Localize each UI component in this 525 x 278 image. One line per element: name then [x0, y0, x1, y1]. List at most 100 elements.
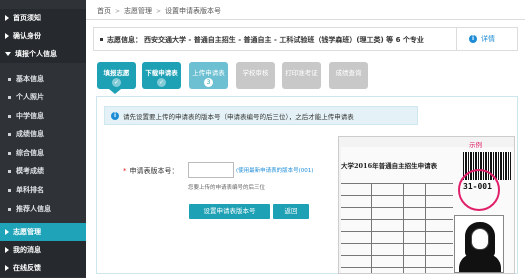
example-rule — [341, 219, 453, 220]
version-helper-text: 您要上传的申请表编号的后三位 — [188, 185, 266, 191]
bullet-icon — [8, 132, 11, 136]
sidebar-item[interactable]: 我的消息 — [0, 241, 86, 259]
current-step-pointer-icon — [109, 89, 121, 94]
breadcrumb-current: 设置申请表版本号 — [165, 7, 222, 15]
step-2[interactable]: 下载申请表 ✓ — [142, 62, 181, 89]
sidebar-item[interactable]: 模考成绩 — [0, 162, 86, 180]
sidebar-item-label: 在线反馈 — [13, 264, 41, 272]
volunteer-info-bar: 志愿信息： 西安交通大学 - 普通自主招生 - 普通自主 - 工科试验班（钱学森… — [93, 27, 518, 51]
sidebar-item[interactable]: 基本信息 — [0, 70, 86, 88]
sidebar-item-label: 志愿管理 — [13, 228, 41, 236]
example-rule — [341, 207, 453, 208]
sidebar-item[interactable]: 中学信息 — [0, 107, 86, 125]
bullet-icon — [8, 77, 11, 81]
sidebar-item-label: 我的消息 — [13, 246, 41, 254]
sidebar-item[interactable]: 个人照片 — [0, 88, 86, 106]
example-title: 大学2016年普通自主招生申请表 — [341, 162, 438, 170]
sidebar-item-label: 推荐人信息 — [16, 205, 51, 213]
breadcrumb-home[interactable]: 首页 — [97, 6, 111, 16]
sidebar-item[interactable]: 推荐人信息 — [0, 200, 86, 218]
step-3[interactable]: 上传申请表 3 — [189, 62, 228, 89]
sidebar-item[interactable]: 综合信息 — [0, 144, 86, 162]
caret-icon — [5, 15, 9, 21]
sidebar-item[interactable]: 成绩信息 — [0, 125, 86, 143]
sidebar: 首页须知确认身份填报个人信息 基本信息个人照片中学信息成绩信息综合信息模考成绩单科… — [0, 0, 86, 278]
example-rule — [341, 231, 453, 232]
example-rule — [341, 255, 453, 256]
breadcrumb-divider — [86, 19, 525, 20]
check-icon: ✓ — [112, 78, 121, 87]
step-1[interactable]: 填报志愿 ✓ — [97, 62, 136, 89]
step-label: 成绩查询 — [335, 69, 362, 77]
sidebar-item-label: 个人照片 — [16, 93, 44, 101]
sidebar-item-label: 单科排名 — [16, 186, 44, 194]
photo-body — [459, 254, 501, 272]
bullet-icon — [100, 38, 103, 41]
example-document: 大学2016年普通自主招生申请表 31-001 — [341, 147, 514, 273]
step-4[interactable]: 学校审核 — [236, 62, 275, 89]
example-rule — [425, 183, 426, 273]
back-button[interactable]: 返回 — [273, 204, 309, 219]
caret-icon — [5, 247, 9, 253]
sidebar-item-label: 成绩信息 — [16, 130, 44, 138]
sidebar-item[interactable]: 在线反馈 — [0, 259, 86, 277]
sidebar-item[interactable]: 志愿管理 — [0, 223, 86, 241]
version-hint-link[interactable]: (使用最新申请表的版本号(001) — [236, 166, 313, 174]
info-icon: i — [111, 111, 119, 120]
example-rule — [341, 267, 453, 268]
step-label: 下载申请表 — [145, 69, 178, 77]
version-input[interactable] — [188, 162, 234, 178]
sidebar-item-label: 基本信息 — [16, 75, 44, 83]
caret-icon — [5, 229, 9, 235]
details-link[interactable]: i 详情 — [469, 34, 495, 44]
example-rule — [371, 183, 372, 273]
sidebar-item-label: 确认身份 — [13, 32, 41, 40]
notice-banner: i 请先设置要上传的申请表的版本号（申请表编号的后三位），之后才能上传申请表 — [104, 106, 418, 125]
example-rule — [341, 243, 453, 244]
required-mark: * — [123, 167, 127, 175]
photo-face — [471, 228, 489, 250]
sidebar-item-label: 模考成绩 — [16, 167, 44, 175]
step-number: 3 — [204, 78, 213, 87]
breadcrumb-separator-icon: > — [156, 7, 162, 15]
caret-icon — [5, 265, 9, 271]
bullet-icon — [8, 95, 11, 99]
example-rule — [341, 195, 453, 196]
example-application-image: 大学2016年普通自主招生申请表 31-001 示例 — [338, 136, 515, 274]
info-divider — [456, 28, 457, 50]
version-field-label: * 申请表版本号： — [123, 166, 179, 176]
step-6[interactable]: 成绩查询 — [329, 62, 368, 89]
version-field-label-text: 申请表版本号： — [129, 167, 179, 175]
volunteer-info-value: 西安交通大学 - 普通自主招生 - 普通自主 - 工科试验班（钱学森班）(理工类… — [144, 36, 424, 44]
step-label: 打印准考证 — [285, 69, 318, 77]
info-icon: i — [469, 35, 477, 43]
sidebar-item[interactable]: 首页须知 — [0, 9, 86, 27]
bullet-icon — [8, 114, 11, 118]
example-tag: 示例 — [469, 141, 482, 149]
caret-icon — [5, 52, 11, 56]
example-number: 31-001 — [462, 182, 493, 191]
sidebar-item[interactable]: 确认身份 — [0, 27, 86, 45]
sidebar-item-label: 中学信息 — [16, 112, 44, 120]
notice-text: 请先设置要上传的申请表的版本号（申请表编号的后三位），之后才能上传申请表 — [123, 112, 354, 121]
step-label: 上传申请表 — [192, 69, 225, 77]
sidebar-item[interactable]: 填报个人信息 — [0, 45, 86, 63]
example-photo — [454, 215, 504, 273]
details-link-label: 详情 — [481, 35, 495, 43]
bullet-icon — [8, 188, 11, 192]
breadcrumb-volunteer[interactable]: 志愿管理 — [124, 6, 152, 16]
bullet-icon — [8, 169, 11, 173]
breadcrumb: 首页 > 志愿管理 > 设置申请表版本号 — [97, 5, 221, 17]
sidebar-item[interactable]: 单科排名 — [0, 181, 86, 199]
caret-icon — [5, 33, 9, 39]
bullet-icon — [8, 207, 11, 211]
example-rule — [341, 183, 453, 184]
bullet-icon — [8, 151, 11, 155]
breadcrumb-separator-icon: > — [115, 7, 121, 15]
step-5[interactable]: 打印准考证 — [282, 62, 321, 89]
sidebar-item-label: 填报个人信息 — [15, 50, 57, 58]
check-icon: ✓ — [157, 78, 166, 87]
step-label: 学校审核 — [242, 69, 269, 77]
sidebar-item-label: 综合信息 — [16, 149, 44, 157]
set-version-button[interactable]: 设置申请表版本号 — [189, 204, 270, 219]
